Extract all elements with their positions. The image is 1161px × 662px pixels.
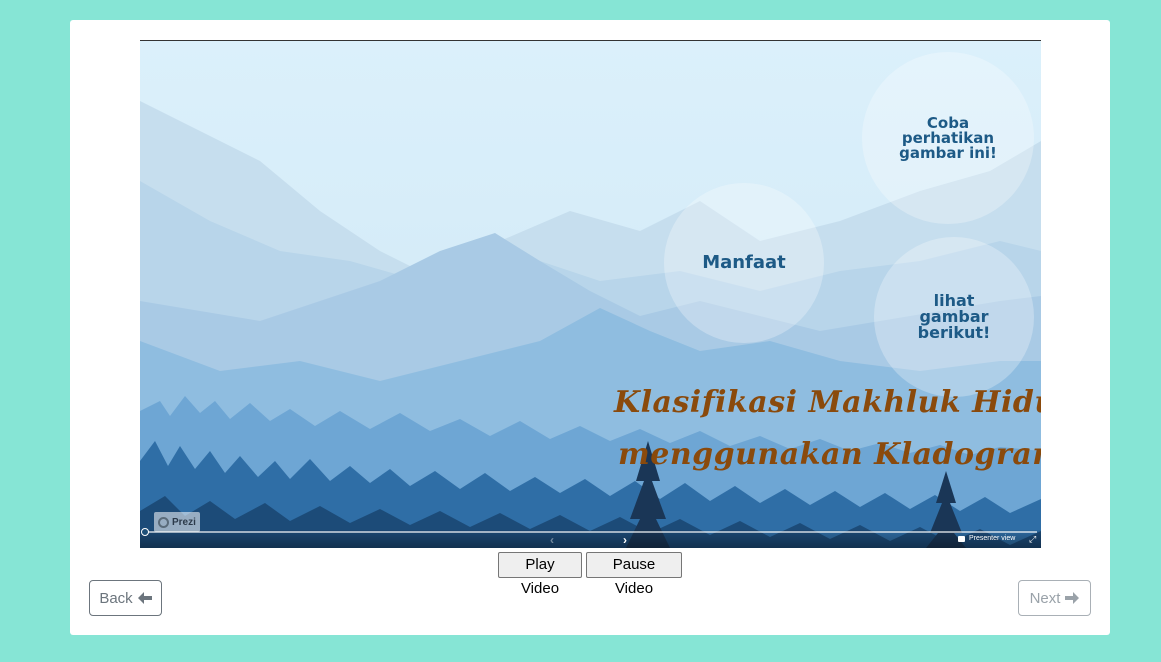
- presentation-title-line2: menggunakan Kladogram: [618, 437, 1041, 472]
- topic-bubble-manfaat[interactable]: Manfaat: [664, 183, 824, 343]
- progress-handle[interactable]: [141, 528, 149, 536]
- presentation-title-line1: Klasifikasi Makhluk Hidup: [614, 385, 1041, 420]
- prezi-logo-icon: [158, 516, 169, 528]
- bubble-text-line: gambar ini!: [899, 143, 997, 162]
- bubble-text-line: berikut!: [917, 323, 991, 342]
- next-step-icon[interactable]: ›: [623, 533, 627, 547]
- pause-video-button[interactable]: Pause Video: [586, 552, 682, 597]
- presenter-label: Presenter view: [969, 535, 1016, 542]
- next-label: Next: [1029, 589, 1061, 607]
- previous-step-icon[interactable]: ‹: [550, 533, 554, 547]
- next-button[interactable]: Next: [1018, 580, 1091, 616]
- progress-track[interactable]: [144, 531, 1037, 533]
- hint-bubble-look[interactable]: Coba perhatikan gambar ini!: [862, 52, 1034, 224]
- back-button[interactable]: Back: [89, 580, 162, 616]
- prezi-logo-badge[interactable]: Prezi: [154, 512, 200, 532]
- prezi-label: Prezi: [172, 516, 196, 528]
- play-video-button[interactable]: Play Video: [498, 552, 582, 597]
- content-card: Coba perhatikan gambar ini! Manfaat liha…: [70, 20, 1110, 635]
- prezi-video-player[interactable]: Coba perhatikan gambar ini! Manfaat liha…: [140, 40, 1041, 548]
- hint-bubble-see[interactable]: lihat gambar berikut!: [874, 237, 1034, 397]
- presenter-icon: [958, 535, 965, 542]
- presenter-view-button[interactable]: Presenter view: [958, 535, 1015, 542]
- arrow-right-icon: [1065, 592, 1080, 604]
- arrow-left-icon: [137, 592, 152, 604]
- bubble-label: Manfaat: [702, 252, 786, 273]
- fullscreen-icon[interactable]: ⤢: [1029, 534, 1036, 545]
- back-label: Back: [99, 589, 133, 607]
